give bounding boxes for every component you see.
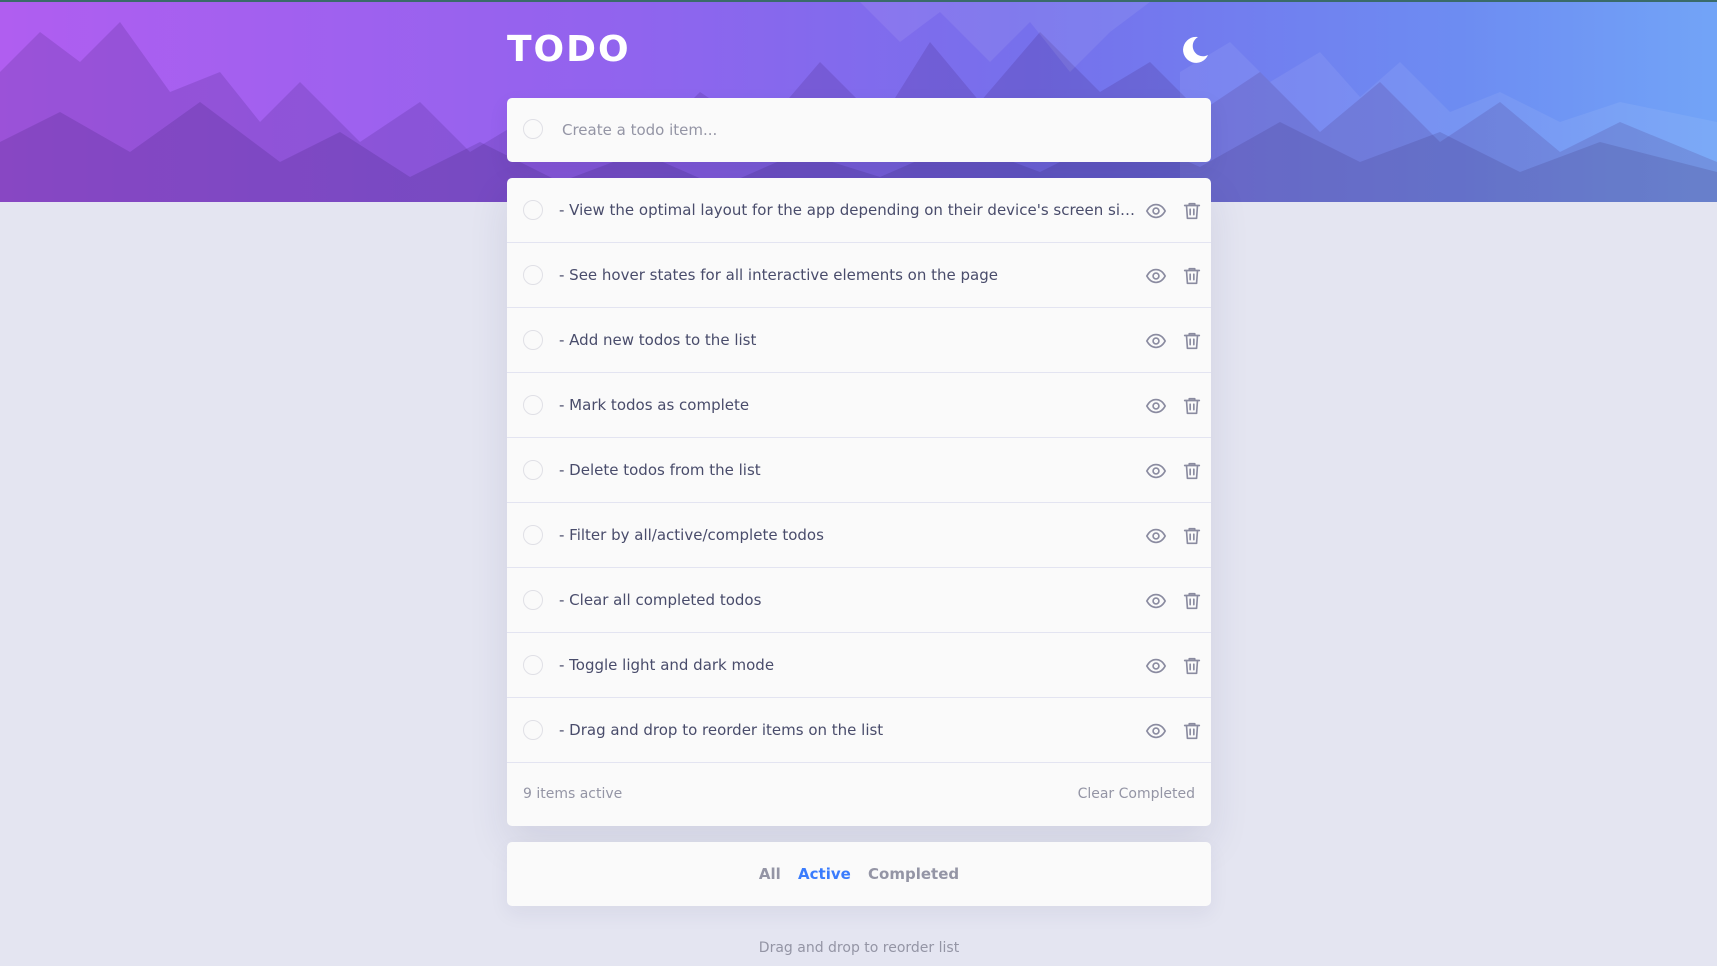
todo-checkbox[interactable] [523, 395, 543, 415]
trash-icon [1183, 202, 1201, 220]
todo-text: - Filter by all/active/complete todos [559, 526, 824, 544]
eye-icon [1145, 333, 1167, 349]
delete-button[interactable] [1181, 460, 1203, 482]
todo-item[interactable]: - Drag and drop to reorder items on the … [507, 698, 1211, 763]
delete-button[interactable] [1181, 525, 1203, 547]
todo-text: - Clear all completed todos [559, 591, 762, 609]
todo-text: - Delete todos from the list [559, 461, 761, 479]
todo-text: - Add new todos to the list [559, 331, 757, 349]
delete-button[interactable] [1181, 720, 1203, 742]
eye-icon [1145, 203, 1167, 219]
view-button[interactable] [1145, 525, 1167, 547]
delete-button[interactable] [1181, 200, 1203, 222]
trash-icon [1183, 592, 1201, 610]
app-title: TODO [507, 29, 631, 70]
todo-item[interactable]: - Mark todos as complete [507, 373, 1211, 438]
eye-icon [1145, 463, 1167, 479]
view-button[interactable] [1145, 200, 1167, 222]
todo-checkbox[interactable] [523, 590, 543, 610]
view-button[interactable] [1145, 655, 1167, 677]
todo-checkbox[interactable] [523, 460, 543, 480]
todo-item[interactable]: - Toggle light and dark mode [507, 633, 1211, 698]
eye-icon [1145, 658, 1167, 674]
todo-checkbox[interactable] [523, 330, 543, 350]
todo-item[interactable]: - Clear all completed todos [507, 568, 1211, 633]
moon-icon [1183, 36, 1208, 63]
filter-completed[interactable]: Completed [868, 842, 959, 906]
items-left-count: 9 items active [523, 786, 623, 802]
todo-checkbox[interactable] [523, 265, 543, 285]
todo-item[interactable]: - View the optimal layout for the app de… [507, 178, 1211, 243]
trash-icon [1183, 527, 1201, 545]
view-button[interactable] [1145, 590, 1167, 612]
trash-icon [1183, 267, 1201, 285]
create-todo-input[interactable] [562, 98, 1182, 162]
todo-item[interactable]: - Filter by all/active/complete todos [507, 503, 1211, 568]
todo-item[interactable]: - Delete todos from the list [507, 438, 1211, 503]
eye-icon [1145, 268, 1167, 284]
todo-text: - Drag and drop to reorder items on the … [559, 721, 884, 739]
todo-text: - See hover states for all interactive e… [559, 266, 998, 284]
trash-icon [1183, 657, 1201, 675]
filter-bar: All Active Completed [507, 842, 1211, 906]
todo-item[interactable]: - Add new todos to the list [507, 308, 1211, 373]
create-todo-card [507, 98, 1211, 162]
delete-button[interactable] [1181, 395, 1203, 417]
eye-icon [1145, 593, 1167, 609]
app-header: TODO [507, 28, 1211, 72]
delete-button[interactable] [1181, 590, 1203, 612]
todo-list: - View the optimal layout for the app de… [507, 178, 1211, 826]
eye-icon [1145, 723, 1167, 739]
trash-icon [1183, 462, 1201, 480]
filter-all[interactable]: All [759, 842, 781, 906]
delete-button[interactable] [1181, 330, 1203, 352]
reorder-hint: Drag and drop to reorder list [758, 940, 960, 956]
delete-button[interactable] [1181, 655, 1203, 677]
delete-button[interactable] [1181, 265, 1203, 287]
todo-checkbox[interactable] [523, 525, 543, 545]
view-button[interactable] [1145, 330, 1167, 352]
todo-checkbox[interactable] [523, 720, 543, 740]
create-checkbox[interactable] [523, 119, 543, 139]
todo-checkbox[interactable] [523, 200, 543, 220]
todo-text: - Toggle light and dark mode [559, 656, 775, 674]
todo-checkbox[interactable] [523, 655, 543, 675]
theme-toggle-button[interactable] [1179, 34, 1211, 66]
trash-icon [1183, 722, 1201, 740]
todo-text: - Mark todos as complete [559, 396, 750, 414]
view-button[interactable] [1145, 265, 1167, 287]
list-footer: 9 items active Clear Completed [507, 763, 1211, 826]
view-button[interactable] [1145, 720, 1167, 742]
eye-icon [1145, 528, 1167, 544]
filter-active[interactable]: Active [798, 842, 851, 906]
todo-text: - View the optimal layout for the app de… [559, 201, 1139, 219]
trash-icon [1183, 332, 1201, 350]
todo-item[interactable]: - See hover states for all interactive e… [507, 243, 1211, 308]
view-button[interactable] [1145, 395, 1167, 417]
clear-completed-button[interactable]: Clear Completed [1078, 763, 1195, 826]
view-button[interactable] [1145, 460, 1167, 482]
eye-icon [1145, 398, 1167, 414]
trash-icon [1183, 397, 1201, 415]
